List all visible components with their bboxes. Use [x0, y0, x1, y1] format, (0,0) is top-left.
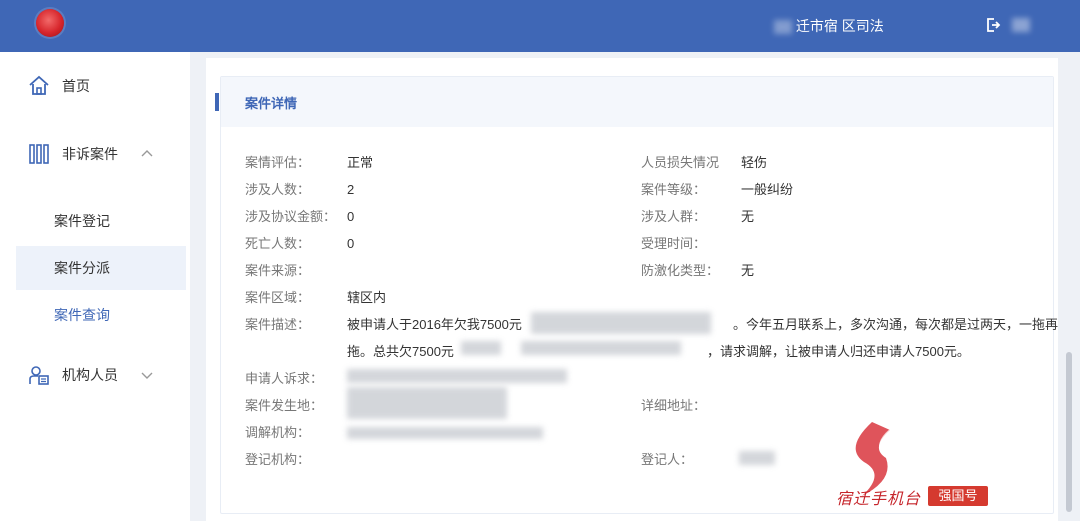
- field-label: 详细地址：: [641, 398, 707, 413]
- field-label: 申请人诉求：: [245, 371, 324, 386]
- field-label: 案件来源：: [245, 263, 311, 278]
- field-value: 0: [347, 236, 355, 251]
- description-line2-a: 拖。总共欠7500元: [347, 344, 454, 359]
- field-value: 一般纠纷: [741, 182, 794, 197]
- columns-icon: [29, 144, 49, 164]
- blurred-region: [347, 387, 507, 419]
- description-line1-b: 。今年五月联系上，多次沟通，每次都是过两天，一拖再: [733, 317, 1059, 332]
- sidebar-item-label: 首页: [62, 78, 90, 94]
- top-bar: 迁市宿 区司法: [0, 0, 1080, 52]
- card-header: 案件详情: [215, 77, 1053, 127]
- scrollbar[interactable]: [1066, 352, 1072, 512]
- chevron-up-icon[interactable]: [140, 147, 154, 161]
- field-label: 登记人：: [641, 452, 694, 467]
- logout-icon[interactable]: [985, 17, 1001, 33]
- blurred-region: [531, 312, 711, 334]
- sidebar: 首页 非诉案件 案件登记 案件分派 案件查询 机构人员: [0, 52, 190, 521]
- blurred-region: [739, 451, 775, 465]
- field-label: 案件区域：: [245, 290, 311, 305]
- emblem-logo: [36, 9, 64, 37]
- description-line1-a: 被申请人于2016年欠我7500元: [347, 317, 522, 332]
- person-id-icon: [29, 366, 49, 385]
- field-label: 案情评估：: [245, 155, 311, 170]
- field-label: 登记机构：: [245, 452, 311, 467]
- home-icon: [29, 75, 49, 95]
- chevron-down-icon[interactable]: [140, 368, 154, 382]
- sidebar-item-org-staff[interactable]: 机构人员: [0, 363, 190, 387]
- sidebar-item-label: 机构人员: [62, 367, 118, 383]
- field-label: 案件等级：: [641, 182, 707, 197]
- field-label: 人员损失情况: [641, 155, 720, 170]
- field-label: 案件描述：: [245, 317, 311, 332]
- field-label: 死亡人数：: [245, 236, 311, 251]
- field-label: 案件发生地：: [245, 398, 324, 413]
- blurred-region: [461, 341, 501, 355]
- blurred-region: [774, 20, 792, 35]
- section-title: 案件详情: [245, 96, 298, 111]
- sidebar-item-label: 非诉案件: [62, 146, 118, 162]
- blurred-region: [521, 341, 681, 355]
- accent-bar: [215, 93, 219, 111]
- field-label: 防激化类型：: [641, 263, 720, 278]
- watermark-badge: 强国号: [928, 486, 988, 506]
- sidebar-subitem-case-dispatch[interactable]: 案件分派: [16, 246, 186, 290]
- field-value: 辖区内: [347, 290, 387, 305]
- field-label: 涉及协议金额：: [245, 209, 337, 224]
- watermark-text: 宿迁手机台: [836, 489, 922, 508]
- sidebar-item-home[interactable]: 首页: [0, 74, 190, 98]
- sidebar-subitem-case-register[interactable]: 案件登记: [16, 199, 186, 243]
- field-label: 涉及人群：: [641, 209, 707, 224]
- field-value: 无: [741, 263, 755, 278]
- blurred-region: [347, 369, 567, 383]
- field-value: 无: [741, 209, 755, 224]
- field-label: 涉及人数：: [245, 182, 311, 197]
- field-label: 调解机构：: [245, 425, 311, 440]
- field-value: 正常: [347, 155, 374, 170]
- field-value: 轻伤: [741, 155, 768, 170]
- description-line2-b: ，请求调解，让被申请人归还申请人7500元。: [707, 344, 970, 359]
- field-value: 0: [347, 209, 355, 224]
- user-org[interactable]: 迁市宿 区司法: [774, 16, 884, 36]
- field-label: 受理时间：: [641, 236, 707, 251]
- sidebar-subitem-case-query[interactable]: 案件查询: [16, 293, 186, 337]
- blurred-region: [1012, 18, 1030, 32]
- user-org-text: 迁市宿 区司法: [795, 18, 884, 34]
- sidebar-item-non-litigation[interactable]: 非诉案件: [0, 142, 190, 166]
- blurred-region: [347, 427, 543, 439]
- field-value: 2: [347, 182, 355, 197]
